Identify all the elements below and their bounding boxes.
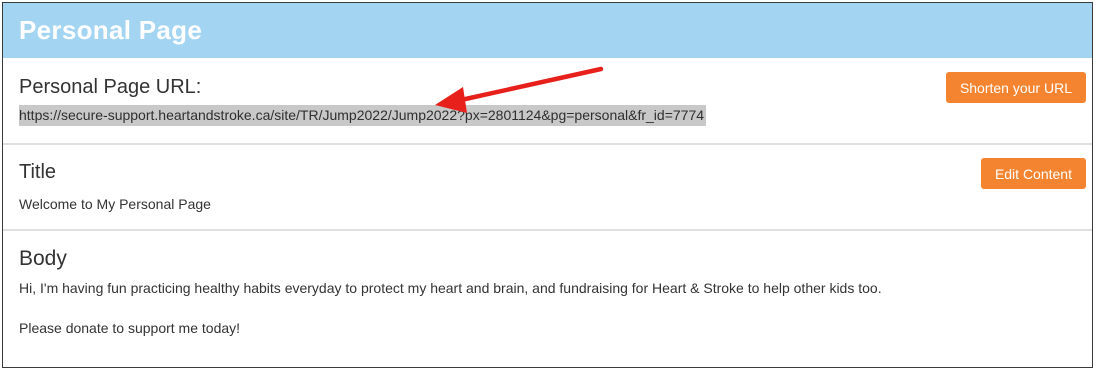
- body-paragraph-2: Please donate to support me today!: [19, 320, 241, 336]
- shorten-url-button[interactable]: Shorten your URL: [945, 72, 1086, 103]
- red-arrow-annotation: [435, 66, 604, 113]
- title-label: Title: [19, 161, 57, 183]
- page-header: Personal Page: [3, 3, 1092, 58]
- personal-page-url-label: Personal Page URL:: [19, 76, 202, 98]
- title-value: Welcome to My Personal Page: [19, 196, 211, 212]
- body-paragraph-1: Hi, I'm having fun practicing healthy ha…: [19, 280, 882, 296]
- page-title: Personal Page: [19, 15, 203, 45]
- body-label: Body: [19, 247, 67, 270]
- body-section: Body Hi, I'm having fun practicing healt…: [3, 231, 1092, 361]
- personal-page-panel: Personal Page Personal Page URL: https:/…: [2, 2, 1093, 368]
- arrow-shaft: [458, 66, 604, 103]
- edit-content-button[interactable]: Edit Content: [980, 158, 1086, 189]
- arrow-head: [435, 87, 467, 113]
- title-section: Title Welcome to My Personal Page Edit C…: [3, 145, 1092, 231]
